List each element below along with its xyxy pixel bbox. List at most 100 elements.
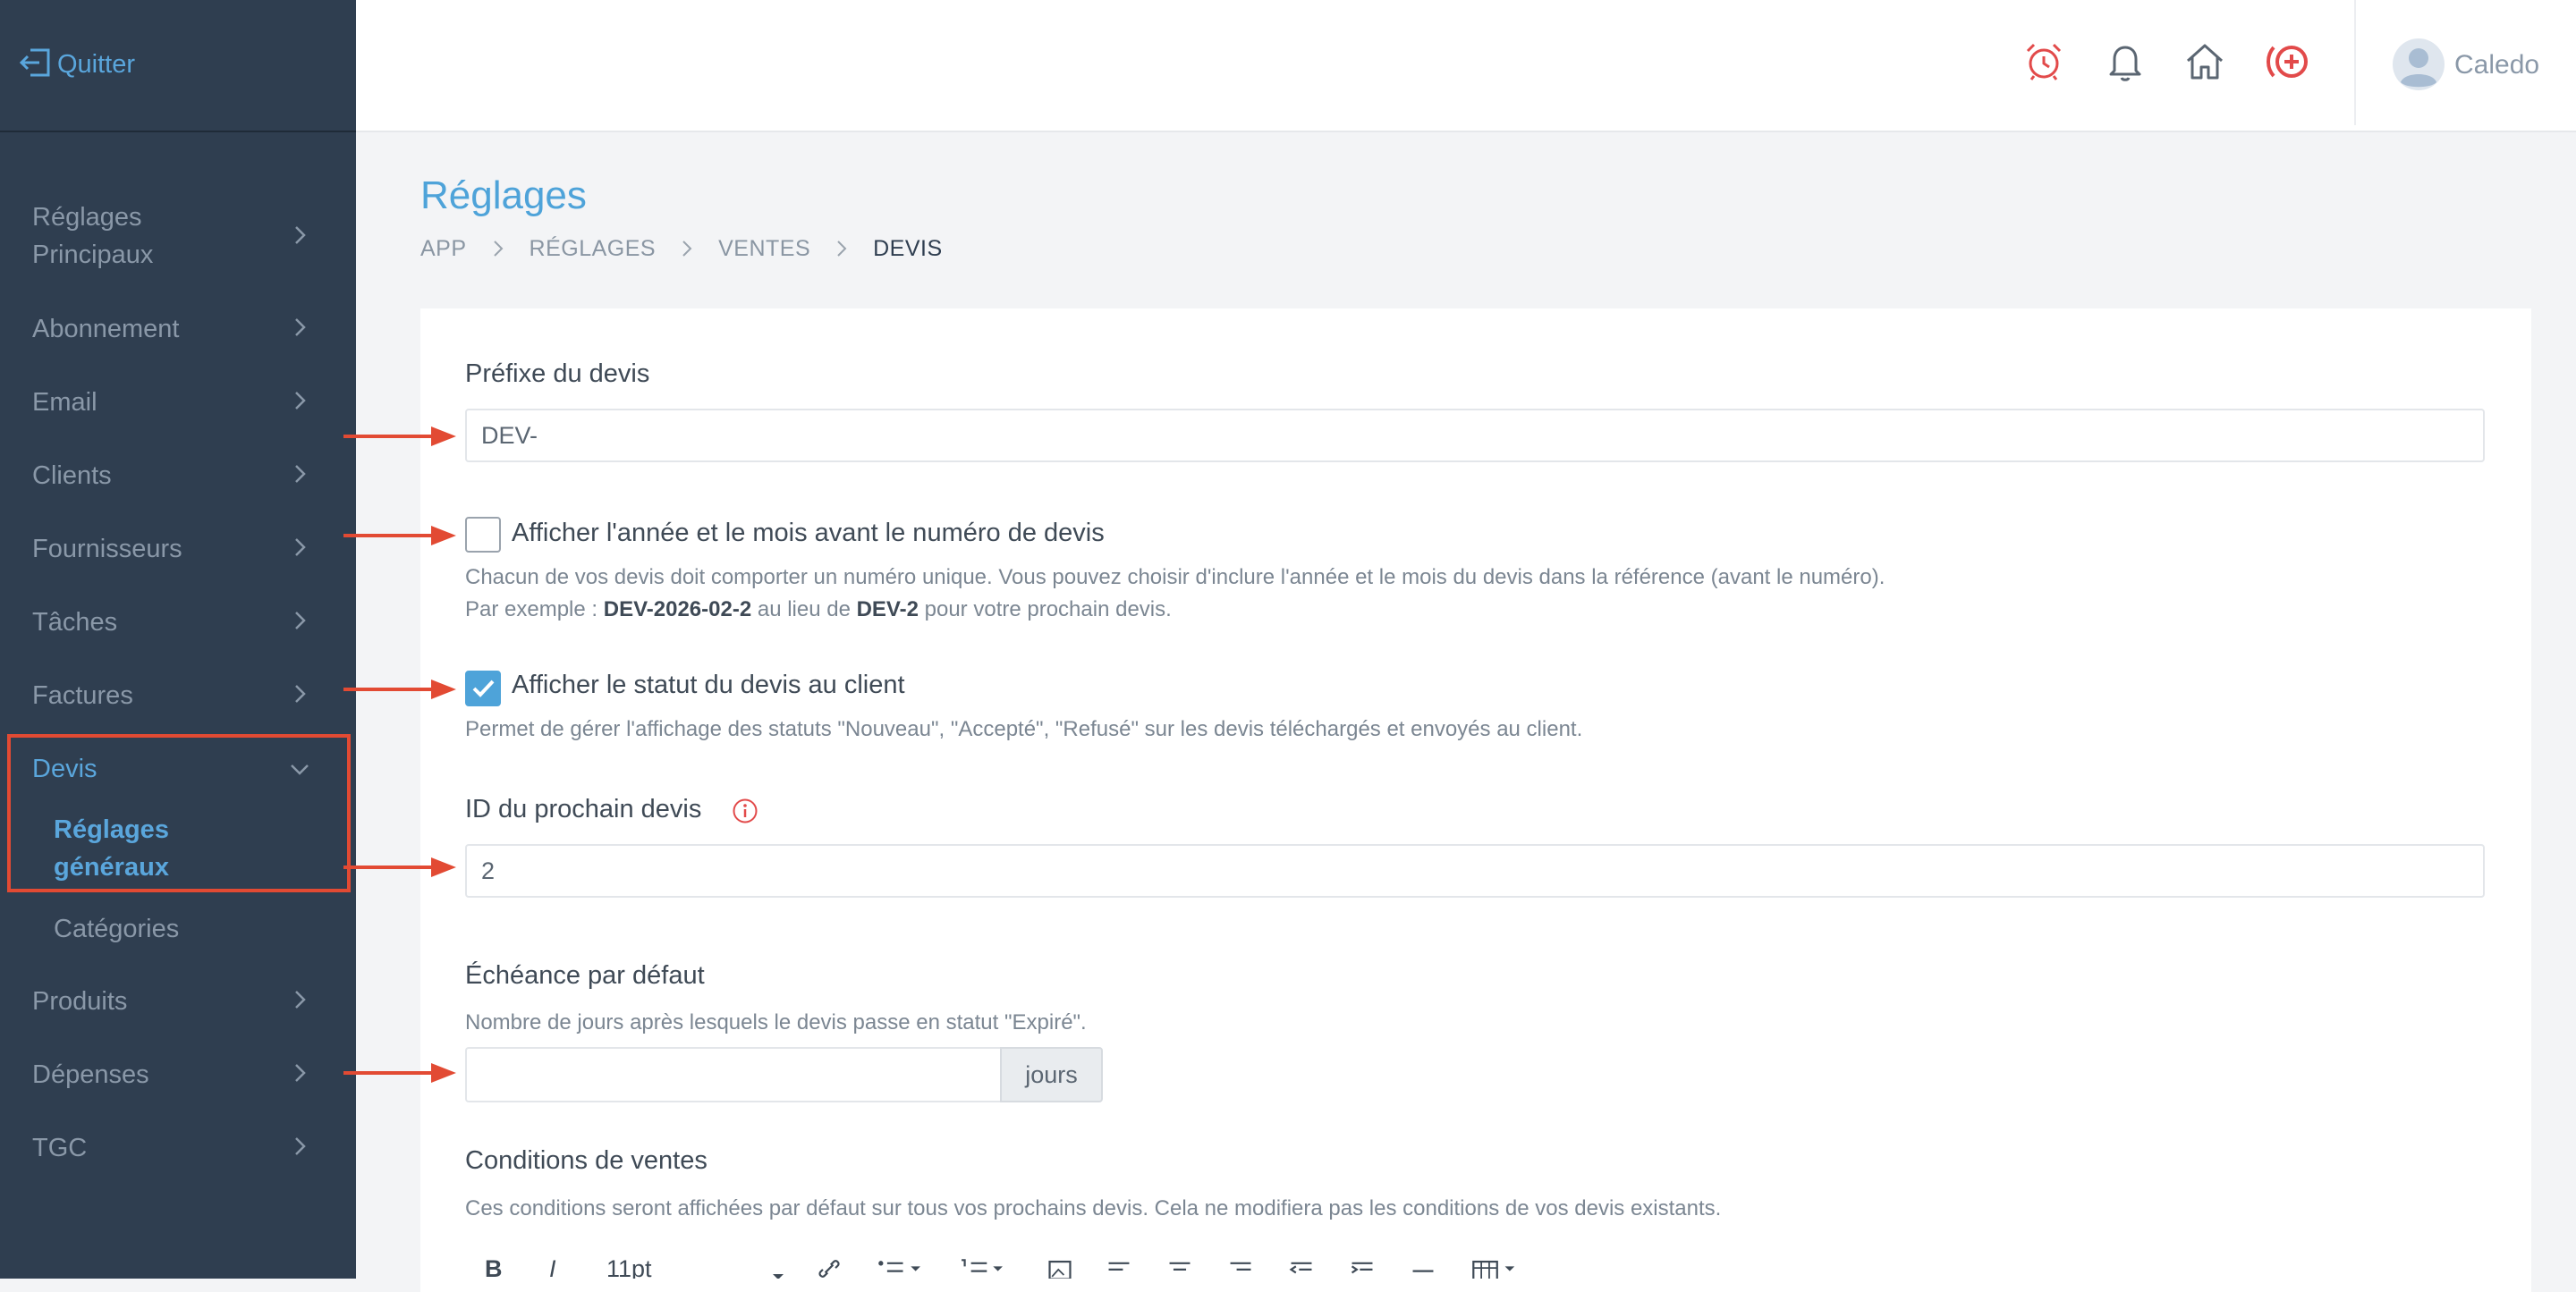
info-icon[interactable]	[732, 798, 758, 824]
due-label: Échéance par défaut	[465, 961, 705, 990]
home-icon[interactable]	[2182, 39, 2227, 84]
quit-button[interactable]: Quitter	[0, 0, 356, 132]
top-header: Caledo	[356, 0, 2576, 132]
annotation-arrow-icon	[343, 426, 456, 446]
next-id-label: ID du prochain devis	[465, 795, 702, 823]
bold-icon[interactable]: B	[485, 1255, 503, 1279]
chevron-right-icon	[295, 1137, 306, 1155]
breadcrumb-item[interactable]: APP	[420, 236, 467, 262]
align-center-icon[interactable]	[1165, 1255, 1195, 1279]
chevron-right-icon	[837, 241, 847, 257]
font-size-select[interactable]: 11pt	[606, 1255, 652, 1279]
sidebar-item-label: Réglages	[32, 203, 142, 232]
show-status-checkbox[interactable]	[465, 671, 501, 706]
chevron-right-icon	[295, 991, 306, 1009]
sidebar-item-label: Clients	[32, 461, 112, 490]
prefix-input[interactable]: DEV-	[465, 409, 2485, 462]
sidebar-item-label: Factures	[32, 681, 133, 710]
sidebar-item-label: Email	[32, 388, 97, 417]
annotation-arrow-icon	[343, 857, 456, 877]
annotation-arrow-icon	[343, 1063, 456, 1083]
bell-icon[interactable]	[2103, 39, 2148, 84]
alarm-clock-icon[interactable]	[2021, 39, 2066, 84]
bullet-list-icon[interactable]	[873, 1255, 927, 1279]
logout-icon	[19, 48, 50, 77]
indent-icon[interactable]	[1347, 1255, 1377, 1279]
example-new-format: DEV-2026-02-2	[603, 597, 752, 621]
sidebar-item-label: Dépenses	[32, 1060, 149, 1089]
align-right-icon[interactable]	[1225, 1255, 1256, 1279]
image-icon[interactable]	[1045, 1255, 1075, 1279]
annotation-arrow-icon	[343, 526, 456, 545]
header-divider	[2354, 0, 2356, 125]
sidebar-item-tgc[interactable]: TGC	[0, 1129, 356, 1167]
help-text: pour votre prochain devis.	[918, 597, 1172, 621]
show-year-checkbox[interactable]	[465, 517, 501, 553]
sidebar-item-label: TGC	[32, 1134, 88, 1162]
horizontal-rule-icon[interactable]	[1408, 1255, 1438, 1279]
show-status-help: Permet de gérer l'affichage des statuts …	[465, 717, 1583, 741]
chevron-right-icon	[295, 1064, 306, 1082]
link-icon[interactable]	[814, 1255, 844, 1279]
sidebar: Quitter Réglages Principaux Abonnement E…	[0, 0, 356, 1279]
avatar[interactable]	[2392, 38, 2445, 91]
annotation-highlight-box	[7, 734, 351, 892]
chevron-right-icon	[295, 465, 306, 483]
caret-down-icon[interactable]	[769, 1262, 787, 1279]
chevron-right-icon	[295, 318, 306, 336]
sidebar-item-label: Principaux	[32, 241, 154, 269]
conditions-label: Conditions de ventes	[465, 1146, 708, 1175]
sidebar-item-factures[interactable]: Factures	[0, 677, 356, 714]
sidebar-subitem-categories[interactable]: Catégories	[54, 910, 179, 948]
sidebar-item-label: Fournisseurs	[32, 535, 182, 563]
breadcrumb-item[interactable]: VENTES	[718, 236, 810, 262]
checkmark-icon	[472, 680, 495, 697]
page-title: Réglages	[420, 173, 587, 217]
due-help: Nombre de jours après lesquels le devis …	[465, 1010, 1087, 1034]
sidebar-item-label: Abonnement	[32, 315, 180, 343]
editor-toolbar: B I 11pt	[465, 1245, 1538, 1279]
sidebar-item-produits[interactable]: Produits	[0, 983, 356, 1020]
next-id-input[interactable]: 2	[465, 844, 2485, 898]
align-left-icon[interactable]	[1104, 1255, 1134, 1279]
chevron-right-icon	[295, 685, 306, 703]
due-days-addon: jours	[1000, 1047, 1103, 1102]
help-text: au lieu de	[751, 597, 857, 621]
italic-icon[interactable]: I	[549, 1255, 556, 1279]
chevron-right-icon	[295, 612, 306, 629]
sidebar-item-email[interactable]: Email	[0, 384, 356, 421]
example-old-format: DEV-2	[856, 597, 919, 621]
chevron-right-icon	[682, 241, 692, 257]
sidebar-item-abonnement[interactable]: Abonnement	[0, 310, 356, 348]
sidebar-item-fournisseurs[interactable]: Fournisseurs	[0, 530, 356, 568]
sidebar-item-label: Produits	[32, 987, 128, 1016]
table-icon[interactable]	[1467, 1255, 1524, 1279]
breadcrumb-current: DEVIS	[873, 235, 943, 261]
sidebar-item-label: Tâches	[32, 608, 118, 637]
add-circle-icon[interactable]	[2263, 39, 2317, 84]
conditions-help: Ces conditions seront affichées par défa…	[465, 1196, 1722, 1220]
chevron-right-icon	[295, 392, 306, 410]
quit-label: Quitter	[57, 50, 136, 79]
show-year-example: Par exemple : DEV-2026-02-2 au lieu de D…	[465, 594, 1172, 626]
sidebar-item-taches[interactable]: Tâches	[0, 604, 356, 641]
show-status-label[interactable]: Afficher le statut du devis au client	[512, 671, 905, 700]
outdent-icon[interactable]	[1286, 1255, 1317, 1279]
sidebar-item-reglages-principaux[interactable]: Réglages Principaux	[0, 198, 356, 275]
show-year-help: Chacun de vos devis doit comporter un nu…	[465, 565, 1885, 589]
chevron-right-icon	[493, 241, 503, 257]
help-text: Par exemple :	[465, 597, 604, 621]
breadcrumb-item[interactable]: RÉGLAGES	[530, 236, 657, 262]
due-days-input[interactable]	[465, 1047, 1002, 1102]
prefix-label: Préfixe du devis	[465, 359, 650, 388]
breadcrumb: APP RÉGLAGES VENTES DEVIS	[420, 232, 943, 265]
user-name[interactable]: Caledo	[2454, 50, 2539, 80]
annotation-arrow-icon	[343, 680, 456, 699]
chevron-right-icon	[295, 226, 306, 244]
due-input-group: jours	[465, 1047, 1103, 1102]
sidebar-item-depenses[interactable]: Dépenses	[0, 1056, 356, 1094]
chevron-right-icon	[295, 538, 306, 556]
show-year-label[interactable]: Afficher l'année et le mois avant le num…	[512, 519, 1105, 548]
numbered-list-icon[interactable]	[955, 1255, 1009, 1279]
sidebar-item-clients[interactable]: Clients	[0, 457, 356, 494]
